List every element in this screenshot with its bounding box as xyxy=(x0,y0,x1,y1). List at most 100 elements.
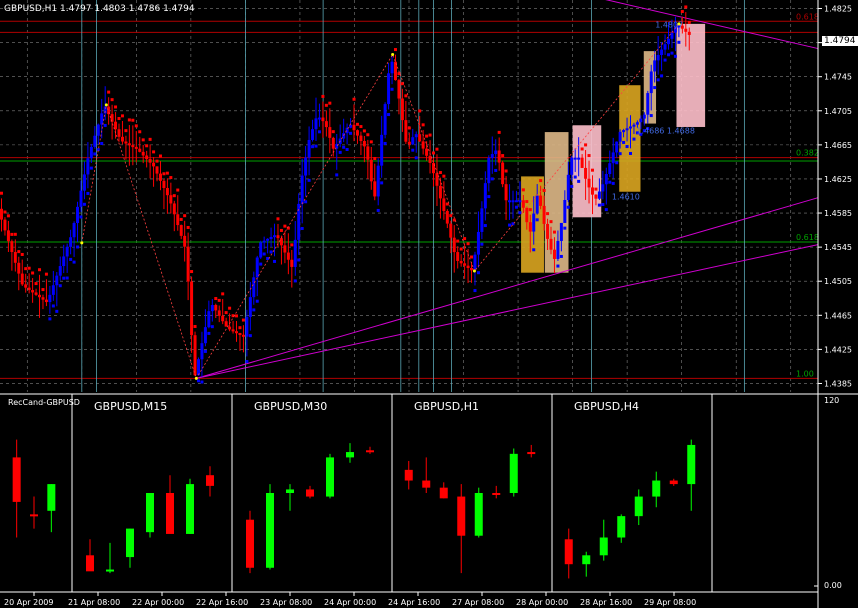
price-candle xyxy=(383,104,387,135)
signal-dot xyxy=(190,270,194,274)
signal-dot xyxy=(625,145,629,149)
signal-dot xyxy=(0,191,3,195)
mini-candle xyxy=(106,569,114,572)
signal-dot xyxy=(673,54,677,58)
signal-dot xyxy=(31,271,35,275)
current-price-label: 1.4794 xyxy=(822,36,858,46)
mini-candle xyxy=(86,555,94,572)
signal-dot xyxy=(148,137,152,141)
signal-dot xyxy=(51,304,55,308)
mini-candle xyxy=(404,469,413,481)
signal-dot xyxy=(162,172,166,176)
price-candle xyxy=(570,157,574,175)
signal-dot xyxy=(297,258,301,262)
signal-dot xyxy=(383,141,387,145)
price-point-label: 1.4686 1.4688 xyxy=(636,126,695,135)
mini-candle xyxy=(266,493,274,568)
fib-label: 0.382 xyxy=(796,149,819,158)
signal-dot xyxy=(179,217,183,221)
price-candle xyxy=(300,175,304,204)
signal-dot xyxy=(82,202,86,206)
price-candle xyxy=(490,154,494,158)
signal-dot xyxy=(210,325,214,329)
price-candle xyxy=(497,150,501,163)
price-candle xyxy=(41,297,45,300)
pane-label: GBPUSD,M30 xyxy=(254,400,327,413)
signal-dot xyxy=(196,379,200,383)
price-candle xyxy=(521,200,525,208)
price-candle xyxy=(670,32,674,39)
price-candle xyxy=(362,140,366,147)
zigzag-pivot xyxy=(391,53,395,57)
signal-dot xyxy=(110,98,114,102)
price-candle xyxy=(304,157,308,176)
price-candle xyxy=(13,251,17,263)
signal-dot xyxy=(290,243,294,247)
time-tick-label: 22 Apr 16:00 xyxy=(196,598,248,607)
signal-dot xyxy=(328,101,332,105)
price-tick-label: 1.4625 xyxy=(824,175,852,184)
price-candle xyxy=(155,166,159,174)
signal-dot xyxy=(483,224,487,228)
signal-dot xyxy=(418,109,422,113)
mini-candle xyxy=(146,493,154,533)
mini-candle xyxy=(634,496,643,517)
signal-dot xyxy=(490,177,494,181)
price-candle xyxy=(660,49,664,55)
signal-dot xyxy=(6,214,10,218)
price-candle xyxy=(286,252,290,260)
signal-dot xyxy=(632,137,636,141)
price-candle xyxy=(587,178,591,188)
signal-dot xyxy=(438,171,442,175)
price-candle xyxy=(590,187,594,195)
price-candle xyxy=(632,124,636,127)
signal-dot xyxy=(369,140,373,144)
signal-dot xyxy=(355,122,359,126)
signal-dot xyxy=(463,237,467,241)
price-candle xyxy=(494,150,498,155)
price-candle xyxy=(117,129,121,137)
price-candle xyxy=(549,238,553,250)
price-point-label: 1.4610 xyxy=(612,193,640,202)
price-candle xyxy=(328,127,332,138)
signal-dot xyxy=(324,103,328,107)
price-candle xyxy=(279,238,283,246)
price-candle xyxy=(238,332,242,335)
pane-label: GBPUSD,M15 xyxy=(94,400,167,413)
price-candle xyxy=(196,359,200,376)
price-candle xyxy=(552,249,556,259)
signal-dot xyxy=(241,318,245,322)
mini-candle xyxy=(599,537,608,556)
signal-dot xyxy=(604,208,608,212)
price-candle xyxy=(114,121,118,130)
price-candle xyxy=(466,265,470,269)
price-candle xyxy=(266,238,270,241)
price-candle xyxy=(293,239,297,267)
signal-dot xyxy=(670,51,674,55)
signal-dot xyxy=(532,248,536,252)
main-price-chart[interactable]: 0.618 0.382 0.618 1.00 1.4807 1.4686 1.4688 1.… xyxy=(0,0,858,608)
signal-dot xyxy=(622,140,626,144)
signal-dot xyxy=(559,254,563,258)
signal-dot xyxy=(169,176,173,180)
signal-dot xyxy=(577,179,581,183)
signal-dot xyxy=(145,144,149,148)
signal-dot xyxy=(186,225,190,229)
signal-dot xyxy=(459,247,463,251)
signal-dot xyxy=(165,171,169,175)
price-candle xyxy=(24,284,28,288)
signal-dot xyxy=(608,180,612,184)
mini-candle xyxy=(206,475,214,486)
signal-dot xyxy=(262,252,266,256)
signal-dot xyxy=(380,181,384,185)
signal-dot xyxy=(304,200,308,204)
price-candle xyxy=(566,174,570,201)
price-candle xyxy=(311,129,315,140)
signal-dot xyxy=(245,360,249,364)
price-candle xyxy=(79,190,83,207)
signal-dot xyxy=(539,179,543,183)
price-candle xyxy=(162,180,166,188)
signal-dot xyxy=(649,114,653,118)
signal-dot xyxy=(269,250,273,254)
signal-dot xyxy=(629,151,633,155)
